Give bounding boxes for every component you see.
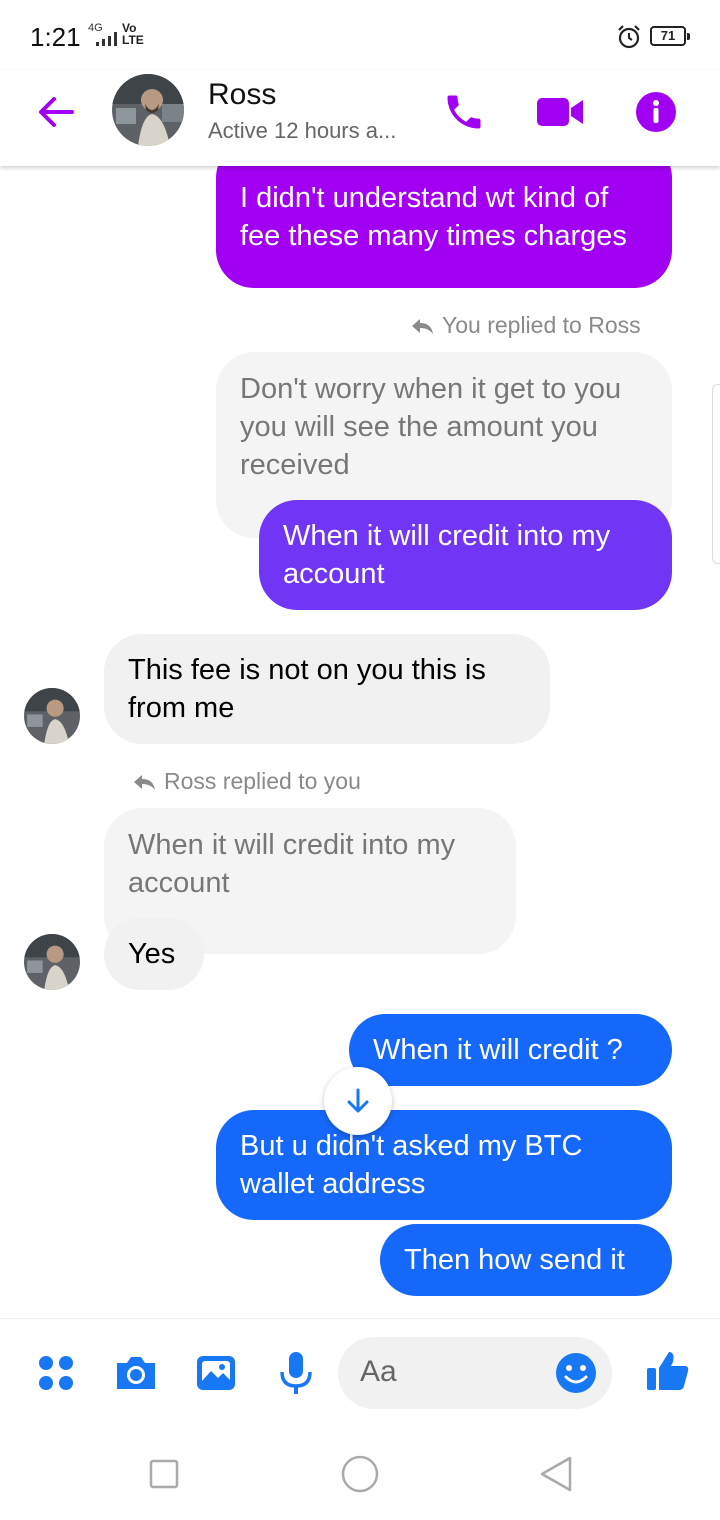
- reply-indicator-text: Ross replied to you: [164, 768, 361, 794]
- recent-apps-icon: [149, 1459, 179, 1489]
- camera-button[interactable]: [112, 1349, 160, 1397]
- system-back-button[interactable]: [534, 1452, 578, 1496]
- image-icon: [197, 1356, 235, 1390]
- info-button[interactable]: [628, 84, 684, 140]
- microphone-icon: [280, 1352, 312, 1394]
- volte-indicator: Vo LTE: [122, 21, 144, 47]
- status-bar: 1:21 4G Vo LTE 71: [0, 0, 720, 70]
- message-bubble[interactable]: This fee is not on you this is from me: [104, 634, 550, 744]
- emoji-icon[interactable]: [554, 1351, 598, 1395]
- message-list[interactable]: I didn't understand wt kind of fee these…: [0, 166, 720, 1318]
- recent-apps-button[interactable]: [142, 1452, 186, 1496]
- message-input-placeholder: Aa: [360, 1355, 397, 1388]
- message-composer: Aa: [0, 1318, 720, 1428]
- video-camera-icon: [537, 98, 583, 126]
- message-bubble[interactable]: When it will credit into my account: [259, 500, 672, 610]
- quoted-message-text: Don't worry when it get to you you will …: [240, 373, 622, 481]
- back-button[interactable]: [32, 88, 80, 136]
- menu-dots-icon: [39, 1356, 73, 1390]
- back-arrow-icon: [39, 97, 74, 127]
- system-navigation-bar: [0, 1428, 720, 1520]
- message-bubble[interactable]: When it will credit ?: [349, 1014, 672, 1086]
- voice-message-button[interactable]: [272, 1349, 320, 1397]
- message-text: But u didn't asked my BTC wallet address: [240, 1130, 583, 1200]
- phone-icon: [447, 95, 481, 129]
- reply-indicator-text: You replied to Ross: [442, 312, 641, 338]
- like-button[interactable]: [644, 1347, 692, 1395]
- message-bubble[interactable]: I didn't understand wt kind of fee these…: [216, 166, 672, 288]
- message-text: When it will credit ?: [373, 1034, 623, 1066]
- contact-active-status: Active 12 hours a...: [208, 118, 397, 143]
- sender-avatar[interactable]: [24, 934, 80, 990]
- contact-name[interactable]: Ross: [208, 78, 276, 112]
- conversation-header: Ross Active 12 hours a...: [0, 70, 720, 166]
- more-actions-button[interactable]: [32, 1349, 80, 1397]
- sender-avatar[interactable]: [24, 688, 80, 744]
- home-button[interactable]: [338, 1452, 382, 1496]
- reply-indicator: You replied to Ross: [410, 312, 641, 339]
- gallery-button[interactable]: [192, 1349, 240, 1397]
- home-icon: [341, 1455, 379, 1493]
- message-bubble[interactable]: But u didn't asked my BTC wallet address: [216, 1110, 672, 1220]
- quoted-message-text: When it will credit into my account: [128, 829, 456, 899]
- message-bubble[interactable]: Yes: [104, 918, 204, 990]
- reply-arrow-icon: [412, 318, 433, 334]
- contact-avatar[interactable]: [112, 74, 184, 146]
- message-input[interactable]: Aa: [338, 1337, 612, 1409]
- alarm-icon: [618, 25, 640, 49]
- message-text: When it will credit into my account: [283, 520, 611, 590]
- battery-indicator: 71: [650, 26, 690, 46]
- message-bubble[interactable]: Then how send it: [380, 1224, 672, 1296]
- voice-call-button[interactable]: [436, 84, 492, 140]
- message-text: This fee is not on you this is from me: [128, 654, 486, 724]
- arrow-down-icon: [347, 1088, 369, 1113]
- camera-icon: [117, 1357, 155, 1389]
- video-call-button[interactable]: [532, 84, 588, 140]
- message-text: Yes: [128, 938, 176, 970]
- info-icon: [636, 92, 676, 132]
- message-text: I didn't understand wt kind of fee these…: [240, 182, 627, 252]
- back-icon: [540, 1456, 572, 1492]
- reply-indicator: Ross replied to you: [132, 768, 361, 795]
- signal-icon: [96, 32, 117, 46]
- status-time: 1:21: [30, 22, 81, 52]
- scroll-to-bottom-button[interactable]: [324, 1067, 392, 1135]
- scrollbar[interactable]: [712, 384, 720, 564]
- thumbs-up-icon: [647, 1352, 689, 1390]
- message-text: Then how send it: [404, 1244, 625, 1276]
- reply-arrow-icon: [134, 774, 155, 790]
